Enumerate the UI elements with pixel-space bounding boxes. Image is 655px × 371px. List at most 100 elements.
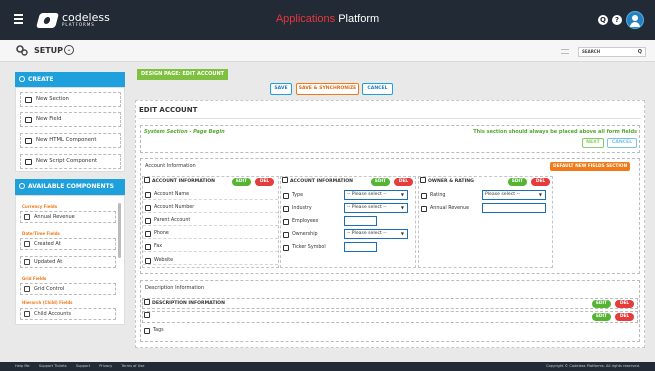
footer-link-support[interactable]: Support: [76, 364, 90, 368]
divider: [139, 118, 641, 119]
setup-gear-icon: [16, 45, 28, 56]
new-field-tool[interactable]: New Field: [20, 112, 121, 127]
dropdown-arrow-icon: ▼: [538, 192, 542, 197]
employees-input[interactable]: [344, 216, 377, 226]
dropdown-arrow-icon: ▼: [400, 231, 404, 236]
text-field-icon: [283, 244, 289, 251]
delete-button[interactable]: DEL: [615, 313, 634, 321]
delete-button[interactable]: DEL: [615, 300, 634, 308]
help-icon[interactable]: ?: [612, 15, 622, 25]
column-header: [144, 312, 152, 321]
column-header: OWNER & RATING: [420, 177, 474, 186]
available-components-header[interactable]: AVAILABLE COMPONENTS: [15, 179, 125, 195]
create-panel-header[interactable]: CREATE: [15, 72, 125, 87]
edit-button[interactable]: EDIT: [508, 178, 527, 186]
field-website[interactable]: Website: [145, 256, 173, 265]
category-label: Hierarch (Child) Fields: [22, 300, 73, 305]
footer-links: Help Me Support Tickets Support Privacy …: [15, 362, 152, 371]
annual-revenue-input[interactable]: [482, 203, 546, 213]
ownership-select[interactable]: -- Please select -- ▼: [344, 229, 408, 239]
field-rating[interactable]: Rating: [421, 191, 445, 200]
save-synchronize-button[interactable]: SAVE & SYNCHRONIZE: [296, 83, 359, 95]
form-cancel-button[interactable]: CANCEL: [607, 138, 637, 148]
field-ticker-symbol[interactable]: Ticker Symbol: [283, 243, 326, 252]
setup-bar: [0, 40, 655, 62]
column-icon: [144, 299, 150, 305]
new-html-component-tool[interactable]: New HTML Component: [20, 133, 121, 148]
tag-icon: [144, 327, 150, 334]
edit-button[interactable]: EDIT: [592, 313, 611, 321]
field-ownership[interactable]: Ownership: [283, 230, 318, 239]
chevron-icon: [19, 183, 25, 189]
section-label: Account Information: [145, 163, 196, 169]
calendar-icon: [24, 241, 30, 247]
field-industry[interactable]: Industry: [283, 204, 312, 213]
list-field-icon: [283, 205, 289, 212]
column-icon: [420, 177, 426, 183]
edit-button[interactable]: EDIT: [371, 178, 390, 186]
footer-link-terms[interactable]: Terms of Use: [121, 364, 144, 368]
default-new-fields-badge: DEFAULT NEW FIELDS SECTION: [550, 162, 631, 171]
currency-icon: [421, 205, 427, 212]
field-account-name[interactable]: Account Name: [145, 190, 189, 199]
column-header: ACCOUNT INFORMATION: [282, 177, 353, 186]
footer-link-privacy[interactable]: Privacy: [99, 364, 112, 368]
next-button[interactable]: NEXT: [582, 138, 604, 148]
dropdown-arrow-icon: ▼: [400, 205, 404, 210]
column-icon: [282, 177, 288, 183]
app-title: Applications Platform: [0, 13, 655, 25]
list-field-icon: [283, 192, 289, 199]
new-section-tool[interactable]: New Section: [20, 92, 121, 107]
field-fax[interactable]: Fax: [145, 242, 162, 251]
section-icon: [25, 97, 32, 103]
system-section-title: System Section - Page Begin: [144, 129, 225, 135]
search-glass-icon: Q: [637, 49, 642, 55]
chevron-down-icon[interactable]: ⌄: [64, 45, 74, 55]
column-header: ACCOUNT INFORMATION: [144, 177, 215, 186]
type-select[interactable]: -- Please select -- ▼: [344, 190, 408, 200]
ticker-symbol-input[interactable]: [344, 242, 377, 252]
footer: Help Me Support Tickets Support Privacy …: [0, 362, 655, 371]
column-icon: [144, 177, 150, 183]
copyright: Copyright © Codeless Platforms. All righ…: [545, 364, 640, 368]
component-annual-revenue[interactable]: Annual Revenue: [20, 211, 116, 223]
app-title-rest: Platform: [335, 13, 380, 25]
search-input[interactable]: SEARCH Q: [578, 47, 646, 57]
currency-icon: [24, 214, 30, 220]
delete-button[interactable]: DEL: [394, 178, 413, 186]
edit-button[interactable]: EDIT: [592, 300, 611, 308]
list-field-icon: [283, 231, 289, 238]
field-phone[interactable]: Phone: [145, 229, 169, 238]
setup-label[interactable]: SETUP: [34, 46, 63, 55]
field-employees[interactable]: Employees: [283, 217, 318, 226]
footer-link-help[interactable]: Help Me: [15, 364, 30, 368]
industry-select[interactable]: -- Please select -- ▼: [344, 203, 408, 213]
delete-button[interactable]: DEL: [255, 178, 274, 186]
field-annual-revenue[interactable]: Annual Revenue: [421, 204, 469, 213]
dropdown-arrow-icon: ▼: [400, 192, 404, 197]
field-parent-account[interactable]: Parent Account: [145, 216, 190, 225]
cancel-button[interactable]: CANCEL: [362, 83, 393, 95]
search-icon[interactable]: Q: [598, 15, 608, 25]
list-icon[interactable]: [561, 49, 569, 54]
new-script-component-tool[interactable]: New Script Component: [20, 154, 121, 169]
component-updated-at[interactable]: Updated At: [20, 256, 116, 268]
field-tags[interactable]: Tags: [144, 326, 164, 335]
component-grid-control[interactable]: Grid Control: [20, 283, 116, 295]
component-created-at[interactable]: Created At: [20, 238, 116, 250]
edit-button[interactable]: EDIT: [232, 178, 251, 186]
field-icon: [25, 117, 32, 123]
user-avatar[interactable]: [626, 11, 644, 29]
field-type[interactable]: Type: [283, 191, 303, 200]
footer-link-support-tickets[interactable]: Support Tickets: [39, 364, 67, 368]
scrollbar[interactable]: [118, 203, 121, 258]
save-button[interactable]: SAVE: [270, 83, 292, 95]
field-row: [143, 241, 278, 252]
list-field-icon: [421, 192, 427, 199]
rating-select[interactable]: Please select -- ▼: [482, 190, 546, 200]
form-title: EDIT ACCOUNT: [139, 106, 198, 114]
delete-button[interactable]: DEL: [531, 178, 550, 186]
field-account-number[interactable]: Account Number: [145, 203, 194, 212]
component-child-accounts[interactable]: Child Accounts: [20, 308, 116, 320]
empty-row[interactable]: [142, 311, 638, 323]
